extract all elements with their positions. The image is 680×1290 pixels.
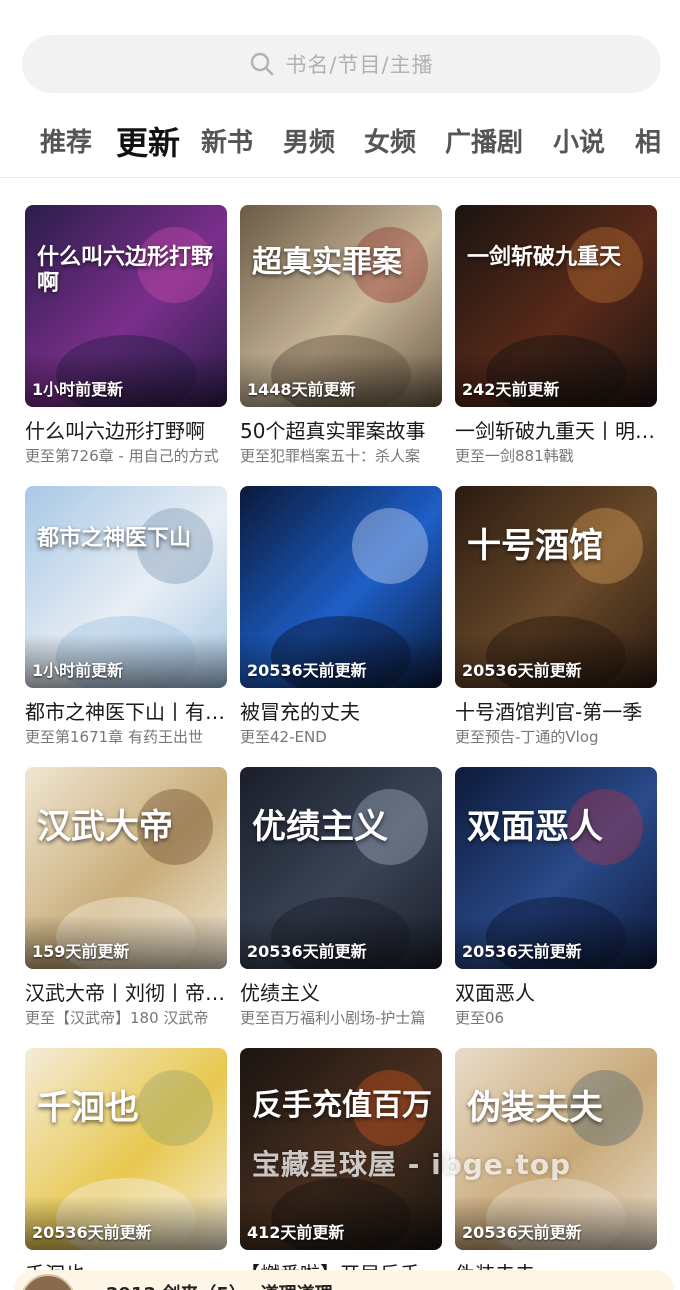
book-title[interactable]: 被冒充的丈夫 bbox=[240, 696, 442, 725]
cover-title-art: 伪装夫夫 bbox=[467, 1088, 603, 1128]
update-badge: 20536天前更新 bbox=[462, 1223, 582, 1242]
book-title[interactable]: 什么叫六边形打野啊 bbox=[25, 415, 227, 444]
book-latest-chapter: 更至预告-丁通的Vlog bbox=[455, 728, 599, 746]
update-badge: 1448天前更新 bbox=[247, 380, 356, 399]
book-latest-chapter: 更至42-END bbox=[240, 728, 327, 746]
book-title[interactable]: 汉武大帝丨刘彻丨帝王传奇 bbox=[25, 977, 227, 1006]
book-cover[interactable]: 十号酒馆 20536天前更新 bbox=[455, 486, 657, 688]
update-badge: 159天前更新 bbox=[32, 942, 130, 961]
book-latest-chapter: 更至百万福利小剧场-护士篇 bbox=[240, 1009, 426, 1027]
cover-title-art: 十号酒馆 bbox=[467, 526, 603, 566]
cover-title-art: 双面恶人 bbox=[467, 807, 603, 847]
cover-title-art: 反手充值百万 bbox=[252, 1088, 432, 1123]
update-badge: 242天前更新 bbox=[462, 380, 560, 399]
update-badge: 20536天前更新 bbox=[247, 661, 367, 680]
book-cover[interactable]: 双面恶人 20536天前更新 bbox=[455, 767, 657, 969]
book-latest-chapter: 更至一剑881韩戳 bbox=[455, 447, 574, 465]
cover-title-art: 优绩主义 bbox=[252, 807, 388, 847]
book-latest-chapter: 更至第1671章 有药王出世 bbox=[25, 728, 203, 746]
update-badge: 1小时前更新 bbox=[32, 661, 124, 680]
book-cover[interactable]: 汉武大帝 159天前更新 bbox=[25, 767, 227, 969]
book-cover[interactable]: 一剑斩破九重天 242天前更新 bbox=[455, 205, 657, 407]
avatar bbox=[20, 1274, 76, 1290]
watermark: 宝藏星球屋 - ibge.top bbox=[252, 1148, 572, 1181]
book-latest-chapter: 更至06 bbox=[455, 1009, 505, 1027]
update-badge: 20536天前更新 bbox=[462, 661, 582, 680]
mini-player-title: 2912 剑来（5）- 道理道理 bbox=[106, 1280, 333, 1290]
book-latest-chapter: 更至【汉武帝】180 汉武帝 bbox=[25, 1009, 209, 1027]
book-cover[interactable]: 超真实罪案 1448天前更新 bbox=[240, 205, 442, 407]
book-title[interactable]: 一剑斩破九重天丨明马冻魂 bbox=[455, 415, 657, 444]
book-latest-chapter: 更至犯罪档案五十：杀人案 bbox=[240, 447, 421, 465]
book-title[interactable]: 双面恶人 bbox=[455, 977, 657, 1006]
cover-title-art: 都市之神医下山 bbox=[37, 526, 192, 551]
cover-title-art: 千洄也 bbox=[37, 1088, 139, 1128]
update-badge: 20536天前更新 bbox=[247, 942, 367, 961]
book-title[interactable]: 都市之神医下山丨有药王出世 bbox=[25, 696, 227, 725]
book-cover[interactable]: 优绩主义 20536天前更新 bbox=[240, 767, 442, 969]
book-latest-chapter: 更至第726章 - 用自己的方式 bbox=[25, 447, 219, 465]
book-cover[interactable]: 20536天前更新 bbox=[240, 486, 442, 688]
update-badge: 20536天前更新 bbox=[32, 1223, 152, 1242]
book-cover[interactable]: 什么叫六边形打野啊 1小时前更新 bbox=[25, 205, 227, 407]
book-title[interactable]: 十号酒馆判官-第一季 bbox=[455, 696, 657, 725]
content-grid: 什么叫六边形打野啊 1小时前更新 什么叫六边形打野啊 更至第726章 - 用自己的方式… bbox=[0, 0, 680, 1290]
update-badge: 20536天前更新 bbox=[462, 942, 582, 961]
cover-title-art: 汉武大帝 bbox=[37, 807, 173, 847]
book-title[interactable]: 50个超真实罪案故事 bbox=[240, 415, 442, 444]
cover-title-art: 什么叫六边形打野啊 bbox=[37, 245, 214, 297]
cover-title-art: 一剑斩破九重天 bbox=[467, 245, 622, 270]
book-title[interactable]: 优绩主义 bbox=[240, 977, 442, 1006]
update-badge: 412天前更新 bbox=[247, 1223, 345, 1242]
book-cover[interactable]: 千洄也 20536天前更新 bbox=[25, 1048, 227, 1250]
cover-title-art: 超真实罪案 bbox=[252, 245, 402, 280]
mini-player[interactable]: 2912 剑来（5）- 道理道理 bbox=[14, 1270, 674, 1290]
update-badge: 1小时前更新 bbox=[32, 380, 124, 399]
book-cover[interactable]: 都市之神医下山 1小时前更新 bbox=[25, 486, 227, 688]
